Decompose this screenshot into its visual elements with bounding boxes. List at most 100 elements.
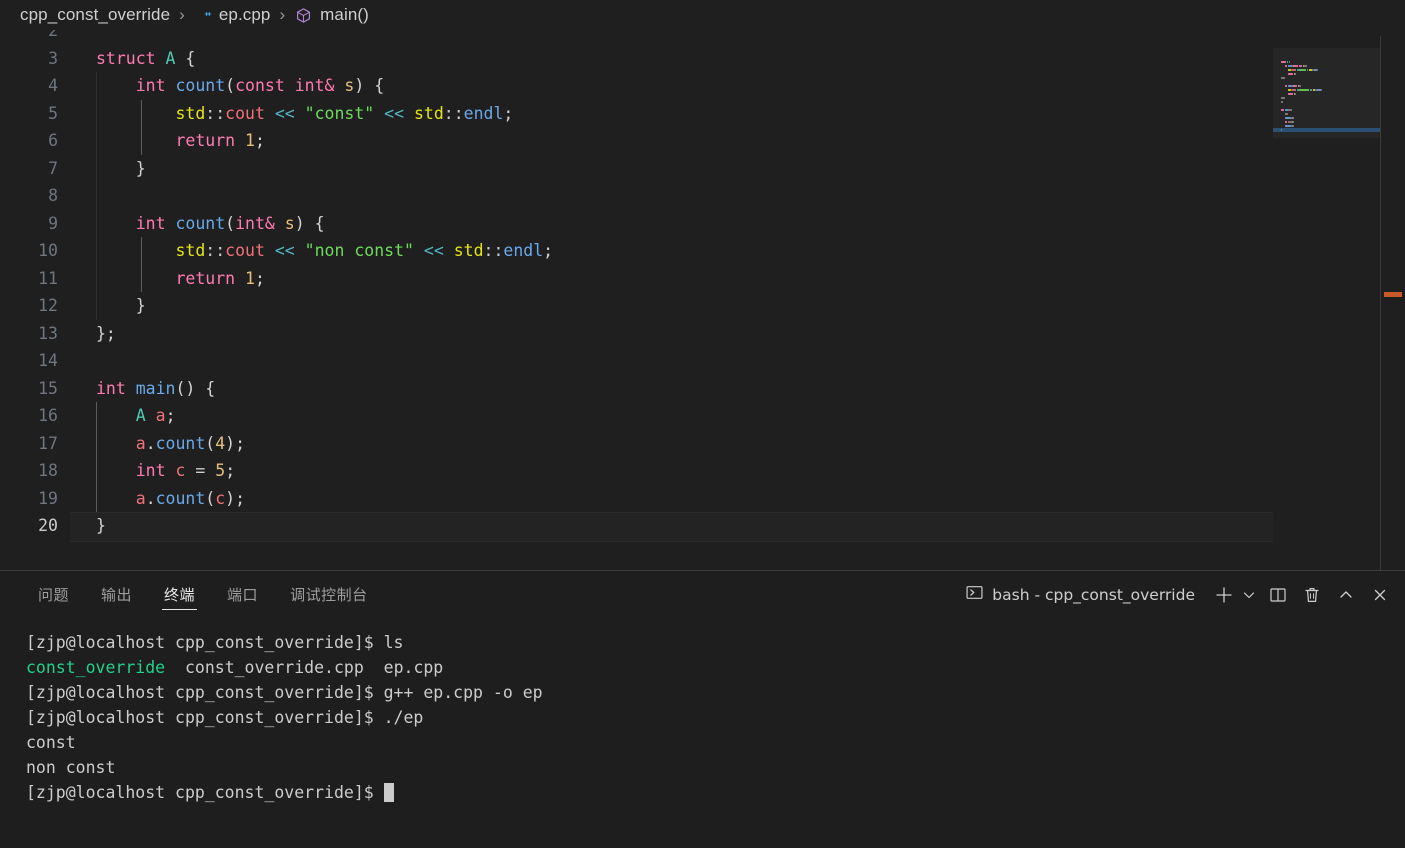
panel-actions[interactable]: bash - cpp_const_override <box>956 571 1395 618</box>
line-number: 12 <box>38 296 58 315</box>
code-token: ; <box>225 461 236 480</box>
breadcrumb-separator: › <box>179 5 185 24</box>
code-line[interactable]: 14 <box>0 347 1405 375</box>
code-token: count <box>155 433 206 453</box>
close-panel-button[interactable] <box>1365 580 1395 610</box>
code-line[interactable]: 10 std::cout << "non const" << std::endl… <box>0 237 1405 265</box>
code-line[interactable]: 7 } <box>0 154 1405 182</box>
code-line[interactable]: 18 int c = 5; <box>0 457 1405 485</box>
code-line[interactable]: 17 a.count(4); <box>0 429 1405 457</box>
line-number: 18 <box>38 461 58 480</box>
terminal-line: [zjp@localhost cpp_const_override]$ <box>26 780 1405 805</box>
panel-tab-terminal[interactable]: 终端 <box>148 571 211 618</box>
terminal-instance-label: bash - cpp_const_override <box>992 585 1195 604</box>
code-token: & <box>324 76 335 95</box>
maximize-panel-button[interactable] <box>1331 580 1361 610</box>
code-line[interactable]: 5 std::cout << "const" << std::endl; <box>0 99 1405 127</box>
code-lines-container[interactable]: 2 3 struct A {4 int count(const int& s) {5… <box>0 30 1405 570</box>
code-token: ; <box>503 103 514 123</box>
code-token: std <box>175 241 206 260</box>
breadcrumb-item-main-[interactable]: main() <box>294 5 369 25</box>
code-token: ; <box>254 131 265 150</box>
code-line[interactable]: 2 <box>0 30 1405 45</box>
code-line[interactable]: 15 int main() { <box>0 375 1405 403</box>
code-token: ) { <box>354 76 385 95</box>
code-line[interactable]: 9 int count(int& s) { <box>0 209 1405 237</box>
code-token: ) { <box>294 213 325 233</box>
minimap-token <box>1310 88 1312 92</box>
code-token: A <box>165 48 176 68</box>
kill-terminal-button[interactable] <box>1297 580 1327 610</box>
code-line[interactable]: 11 return 1; <box>0 264 1405 293</box>
terminal-prompt: [zjp@localhost cpp_const_override]$ <box>26 633 384 652</box>
code-token: } <box>96 158 146 178</box>
code-line[interactable]: 13}; <box>0 320 1405 348</box>
new-terminal-button[interactable] <box>1209 580 1239 610</box>
panel-tab-debug-console[interactable]: 调试控制台 <box>274 571 384 618</box>
code-token: a <box>155 406 166 425</box>
code-line[interactable]: 6 return 1; <box>0 127 1405 155</box>
code-line[interactable]: 16 A a; <box>0 402 1405 430</box>
terminal-icon <box>966 584 983 606</box>
panel-tab-problems[interactable]: 问题 <box>22 571 85 618</box>
code-token: } <box>96 516 106 535</box>
code-line[interactable]: 3 struct A { <box>0 45 1405 73</box>
overview-ruler-marker[interactable] <box>1384 292 1402 297</box>
code-token: ; <box>254 268 265 288</box>
code-editor[interactable]: 2 3 struct A {4 int count(const int& s) {5… <box>0 30 1405 570</box>
overview-ruler[interactable] <box>1381 30 1405 570</box>
code-token: { <box>185 48 196 68</box>
code-token: const <box>235 76 285 95</box>
code-line[interactable]: 19 a.count(c); <box>0 484 1405 512</box>
line-number: 10 <box>38 241 58 260</box>
code-token: () { <box>175 378 216 398</box>
code-token: & <box>264 213 275 233</box>
code-token: << <box>423 241 444 260</box>
code-token: c <box>215 488 226 508</box>
code-token: std <box>453 241 484 260</box>
minimap-token <box>1296 88 1299 92</box>
terminal-instance-chip[interactable]: bash - cpp_const_override <box>956 580 1205 610</box>
breadcrumb-item-ep-cpp[interactable]: ep.cpp <box>194 5 271 25</box>
panel-tab-ports[interactable]: 端口 <box>211 571 274 618</box>
code-token: std <box>413 103 444 123</box>
code-token: << <box>274 103 295 123</box>
breadcrumb-separator: › <box>279 5 286 24</box>
terminal-output-text: const <box>26 733 76 752</box>
line-number: 17 <box>38 433 58 453</box>
minimap[interactable] <box>1273 30 1381 570</box>
code-token: return <box>175 268 236 288</box>
minimap-token <box>1303 64 1307 68</box>
code-line[interactable]: 4 int count(const int& s) { <box>0 72 1405 100</box>
split-terminal-button[interactable] <box>1263 580 1293 610</box>
panel-tab-label: 问题 <box>38 586 70 604</box>
code-line[interactable]: 12 } <box>0 292 1405 320</box>
terminal-line: [zjp@localhost cpp_const_override]$ ./ep <box>26 705 1405 730</box>
code-line[interactable]: 20} <box>0 512 1405 541</box>
panel-tab-output[interactable]: 输出 <box>85 571 148 618</box>
breadcrumb-item-cpp-const-override[interactable]: cpp_const_override <box>20 5 170 25</box>
panel-tabs[interactable]: 问题 输出 终端 端口 调试控制台 <box>22 571 384 618</box>
code-token: = <box>185 461 216 480</box>
terminal-profile-dropdown[interactable] <box>1239 580 1259 610</box>
line-number: 19 <box>38 488 58 508</box>
line-text: return 1; <box>96 265 265 293</box>
terminal-output[interactable]: [zjp@localhost cpp_const_override]$ ls co… <box>0 618 1405 848</box>
terminal-line: [zjp@localhost cpp_const_override]$ g++ … <box>26 680 1405 705</box>
line-number: 11 <box>38 268 58 288</box>
line-number: 2 <box>48 30 58 40</box>
code-line[interactable]: 8 <box>0 182 1405 210</box>
